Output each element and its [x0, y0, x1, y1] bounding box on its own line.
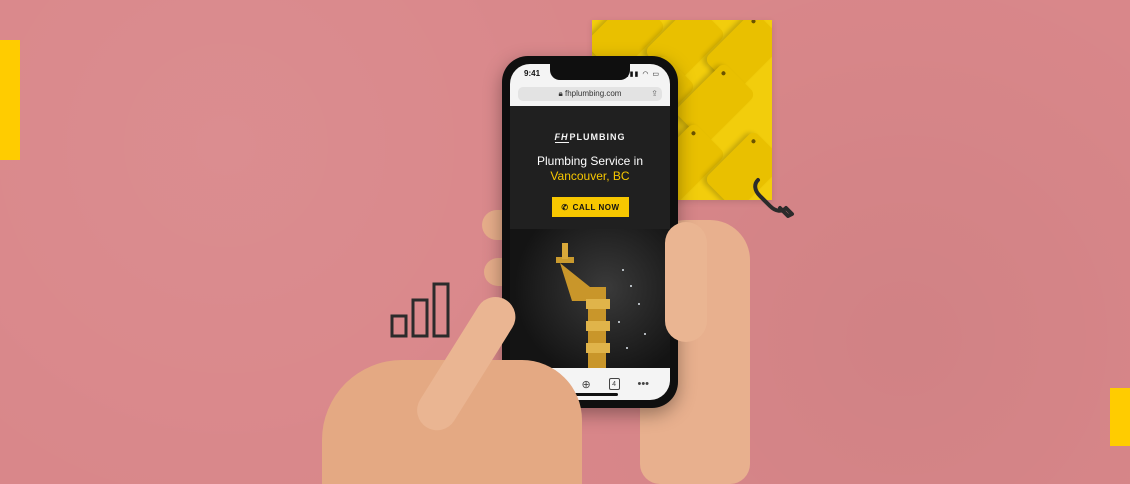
phone-icon: ✆: [561, 202, 569, 212]
water-droplet: [626, 347, 628, 349]
hero-line-2: Vancouver, BC: [550, 169, 630, 183]
faucet-illustration: [556, 243, 610, 369]
accent-bar-right: [1110, 388, 1130, 446]
url-label: fhplumbing.com: [565, 89, 622, 98]
share-icon[interactable]: ⇪: [651, 89, 658, 98]
logo-fh: FH: [554, 132, 569, 143]
accent-bar-left: [0, 40, 20, 160]
hero-title: Plumbing Service in Vancouver, BC: [510, 154, 670, 184]
phone-screen: 9:41 ▮▮▮ ◠ ▭ 🔒︎ fhplumbing.com ⇪ FHPLUMB…: [510, 64, 670, 400]
lock-icon: 🔒︎: [558, 89, 563, 98]
phone-notch: [550, 64, 630, 80]
new-tab-icon[interactable]: ⊕: [581, 378, 590, 391]
water-droplet: [638, 303, 640, 305]
right-thumb: [665, 222, 707, 342]
water-droplet: [618, 321, 620, 323]
call-now-label: CALL NOW: [572, 202, 620, 212]
faucet-hero-image: [510, 229, 670, 377]
logo-text: PLUMBING: [569, 132, 626, 142]
more-icon[interactable]: •••: [637, 378, 649, 390]
water-droplet: [644, 333, 646, 335]
hero-line-1: Plumbing Service in: [536, 154, 644, 168]
tabs-icon[interactable]: 4: [608, 378, 620, 390]
call-now-button[interactable]: ✆ CALL NOW: [552, 197, 629, 217]
telephone-receiver-icon: [753, 178, 794, 218]
address-bar[interactable]: 🔒︎ fhplumbing.com ⇪: [518, 87, 662, 101]
water-droplet: [630, 285, 632, 287]
water-droplet: [622, 269, 624, 271]
status-icons: ▮▮▮ ◠ ▭: [624, 71, 660, 78]
bar-chart-icon: [390, 282, 450, 338]
status-time: 9:41: [524, 69, 541, 78]
smartphone: 9:41 ▮▮▮ ◠ ▭ 🔒︎ fhplumbing.com ⇪ FHPLUMB…: [502, 56, 678, 408]
url-text: 🔒︎ fhplumbing.com: [518, 89, 662, 99]
site-logo[interactable]: FHPLUMBING: [510, 132, 670, 143]
browser-address-area: 🔒︎ fhplumbing.com ⇪: [510, 84, 670, 106]
